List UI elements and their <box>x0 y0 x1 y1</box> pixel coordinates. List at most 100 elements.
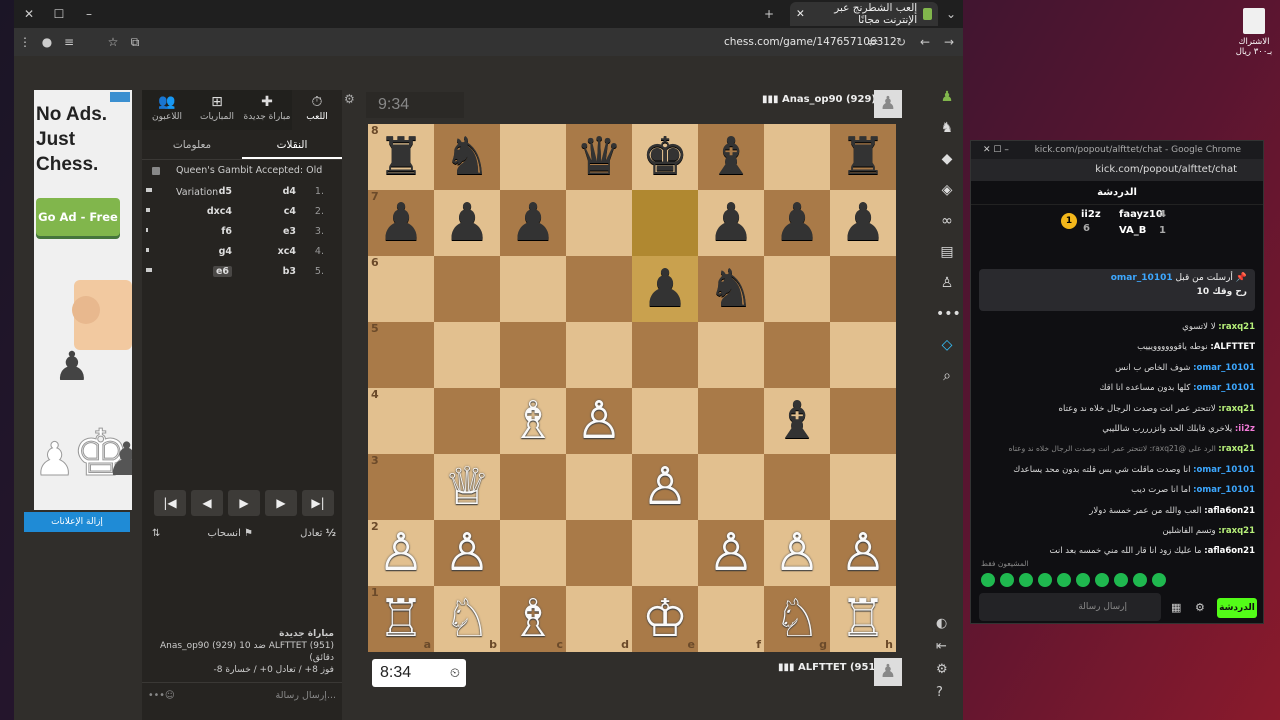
more-icon[interactable]: ••• <box>936 303 961 325</box>
white-piece[interactable]: ♙ <box>708 520 755 586</box>
black-piece[interactable]: ♟ <box>378 190 425 256</box>
square-c4[interactable]: ♗ <box>500 388 566 454</box>
square-g4[interactable]: ♝ <box>764 388 830 454</box>
close-window-icon[interactable]: ✕ <box>14 7 44 21</box>
square-f6[interactable]: ♞ <box>698 256 764 322</box>
flip-board-icon[interactable]: ⇅ <box>152 528 160 539</box>
emote[interactable] <box>1057 573 1071 587</box>
white-piece[interactable]: ♙ <box>642 454 689 520</box>
kick-url[interactable]: kick.com/popout/alfttet/chat <box>971 159 1263 181</box>
white-piece[interactable]: ♗ <box>510 388 557 454</box>
square-b2[interactable]: ♙ <box>434 520 500 586</box>
emote[interactable] <box>1133 573 1147 587</box>
chat-username[interactable]: raxq21: <box>1218 526 1255 536</box>
white-piece[interactable]: ♘ <box>444 586 491 652</box>
chat-username[interactable]: afla6on21: <box>1204 506 1255 516</box>
black-piece[interactable]: ♟ <box>510 190 557 256</box>
player-bottom[interactable]: ALFTTET (951) ▮▮▮ <box>778 662 880 673</box>
white-move[interactable]: xc4 <box>232 242 296 262</box>
resign-button[interactable]: انسحاب ⚑ <box>207 528 253 539</box>
square-d4[interactable]: ♙ <box>566 388 632 454</box>
square-c3[interactable] <box>500 454 566 520</box>
white-move[interactable]: b3 <box>232 262 296 282</box>
square-a3[interactable]: 3 <box>368 454 434 520</box>
pin-user[interactable]: omar_10101 <box>1111 273 1173 283</box>
chat-username[interactable]: ALFTTET: <box>1210 342 1255 352</box>
emote[interactable] <box>1038 573 1052 587</box>
white-move[interactable]: e3 <box>232 222 296 242</box>
black-piece[interactable]: ♟ <box>444 190 491 256</box>
back-icon[interactable]: → <box>938 35 960 49</box>
square-a1[interactable]: 1 a ♖ <box>368 586 434 652</box>
black-piece[interactable]: ♜ <box>378 124 425 190</box>
emoji-icon[interactable]: ☺ <box>165 690 175 701</box>
profile-icon[interactable]: ● <box>36 35 58 49</box>
black-move[interactable]: g4 <box>152 242 232 262</box>
square-e4[interactable] <box>632 388 698 454</box>
desktop-file-icon[interactable]: الاشتراك بـ٣٠٠ ريال <box>1232 8 1276 57</box>
collapse-icon[interactable]: ⇤ <box>936 639 948 654</box>
help-icon[interactable]: ? <box>936 685 948 700</box>
square-e8[interactable]: ♚ <box>632 124 698 190</box>
square-b7[interactable]: ♟ <box>434 190 500 256</box>
square-c7[interactable]: ♟ <box>500 190 566 256</box>
square-e2[interactable] <box>632 520 698 586</box>
tab-new-game[interactable]: ✚ مباراة جديدة <box>242 90 292 130</box>
square-b8[interactable]: ♞ <box>434 124 500 190</box>
player-avatar[interactable]: ♟ <box>874 658 902 686</box>
forward-icon[interactable]: ← <box>914 35 936 49</box>
leader-2[interactable]: ii2z <box>1081 209 1101 220</box>
player-top[interactable]: Anas_op90 (929) ▮▮▮ <box>762 94 876 105</box>
more-icon[interactable]: ••• <box>148 690 165 701</box>
square-g2[interactable]: ♙ <box>764 520 830 586</box>
watch-icon[interactable]: ◈ <box>936 179 958 201</box>
black-piece[interactable]: ♞ <box>708 256 755 322</box>
square-g1[interactable]: g ♘ <box>764 586 830 652</box>
chat-send-button[interactable]: الدردشة <box>1217 598 1257 618</box>
square-e5[interactable] <box>632 322 698 388</box>
square-f1[interactable]: f <box>698 586 764 652</box>
chat-username[interactable]: raxq21: <box>1218 322 1255 332</box>
close-tab-icon[interactable]: ✕ <box>796 8 805 20</box>
square-e6[interactable]: ♟ <box>632 256 698 322</box>
remove-ads-button[interactable]: إزالة الإعلانات <box>24 512 130 532</box>
square-h3[interactable] <box>830 454 896 520</box>
square-a5[interactable]: 5 <box>368 322 434 388</box>
black-move[interactable]: f6 <box>152 222 232 242</box>
game-chat-input[interactable]: ••• ☺ إرسال رسالة... <box>142 682 342 708</box>
chat-username[interactable]: omar_10101: <box>1193 465 1255 475</box>
site-settings-icon[interactable]: ⇌ <box>862 35 884 49</box>
black-move[interactable]: dxc4 <box>152 202 232 222</box>
square-h6[interactable] <box>830 256 896 322</box>
square-b1[interactable]: b ♘ <box>434 586 500 652</box>
square-h2[interactable]: ♙ <box>830 520 896 586</box>
white-move[interactable]: c4 <box>232 202 296 222</box>
square-c6[interactable] <box>500 256 566 322</box>
white-piece[interactable]: ♕ <box>444 454 491 520</box>
gift-icon[interactable]: ▦ <box>1171 601 1181 614</box>
current-move[interactable]: e6 <box>212 266 232 277</box>
tab-chess[interactable]: إلعب الشطرنج عبر الإنترنت مجانًا ✕ <box>790 2 938 26</box>
pinned-message[interactable]: 📌 أرسلت من قبل omar_10101 رح وقك 10 <box>979 269 1255 311</box>
emote[interactable] <box>1095 573 1109 587</box>
last-move-button[interactable]: ▶| <box>302 490 334 516</box>
leader-1[interactable]: faayz10 <box>1119 209 1163 220</box>
chess-board[interactable]: 8 ♜ ♞ ♛ ♚ ♝ ♜ 7 ♟ ♟ ♟ ♟ ♟ ♟ 6 ♟ ♞ 5 4 ♗ ♙ ♝ 3 ♕ ♙ 2 ♙ ♙ ♙ ♙ ♙ 1 a ♖ b ♘ c ♗ d e… <box>368 124 896 652</box>
black-piece[interactable]: ♟ <box>774 190 821 256</box>
chat-username[interactable]: omar_10101: <box>1193 485 1255 495</box>
square-h1[interactable]: h ♖ <box>830 586 896 652</box>
square-d3[interactable] <box>566 454 632 520</box>
white-piece[interactable]: ♘ <box>774 586 821 652</box>
square-h7[interactable]: ♟ <box>830 190 896 256</box>
maximize-icon[interactable]: ☐ <box>44 7 74 21</box>
new-tab-icon[interactable]: + <box>754 7 784 21</box>
white-piece[interactable]: ♔ <box>642 586 689 652</box>
white-piece[interactable]: ♙ <box>840 520 887 586</box>
square-f5[interactable] <box>698 322 764 388</box>
tab-players[interactable]: 👥 اللاعبون <box>142 90 192 130</box>
emote[interactable] <box>1000 573 1014 587</box>
square-b6[interactable] <box>434 256 500 322</box>
square-a2[interactable]: 2 ♙ <box>368 520 434 586</box>
black-piece[interactable]: ♝ <box>774 388 821 454</box>
black-move-cell[interactable]: e6 <box>152 262 232 282</box>
